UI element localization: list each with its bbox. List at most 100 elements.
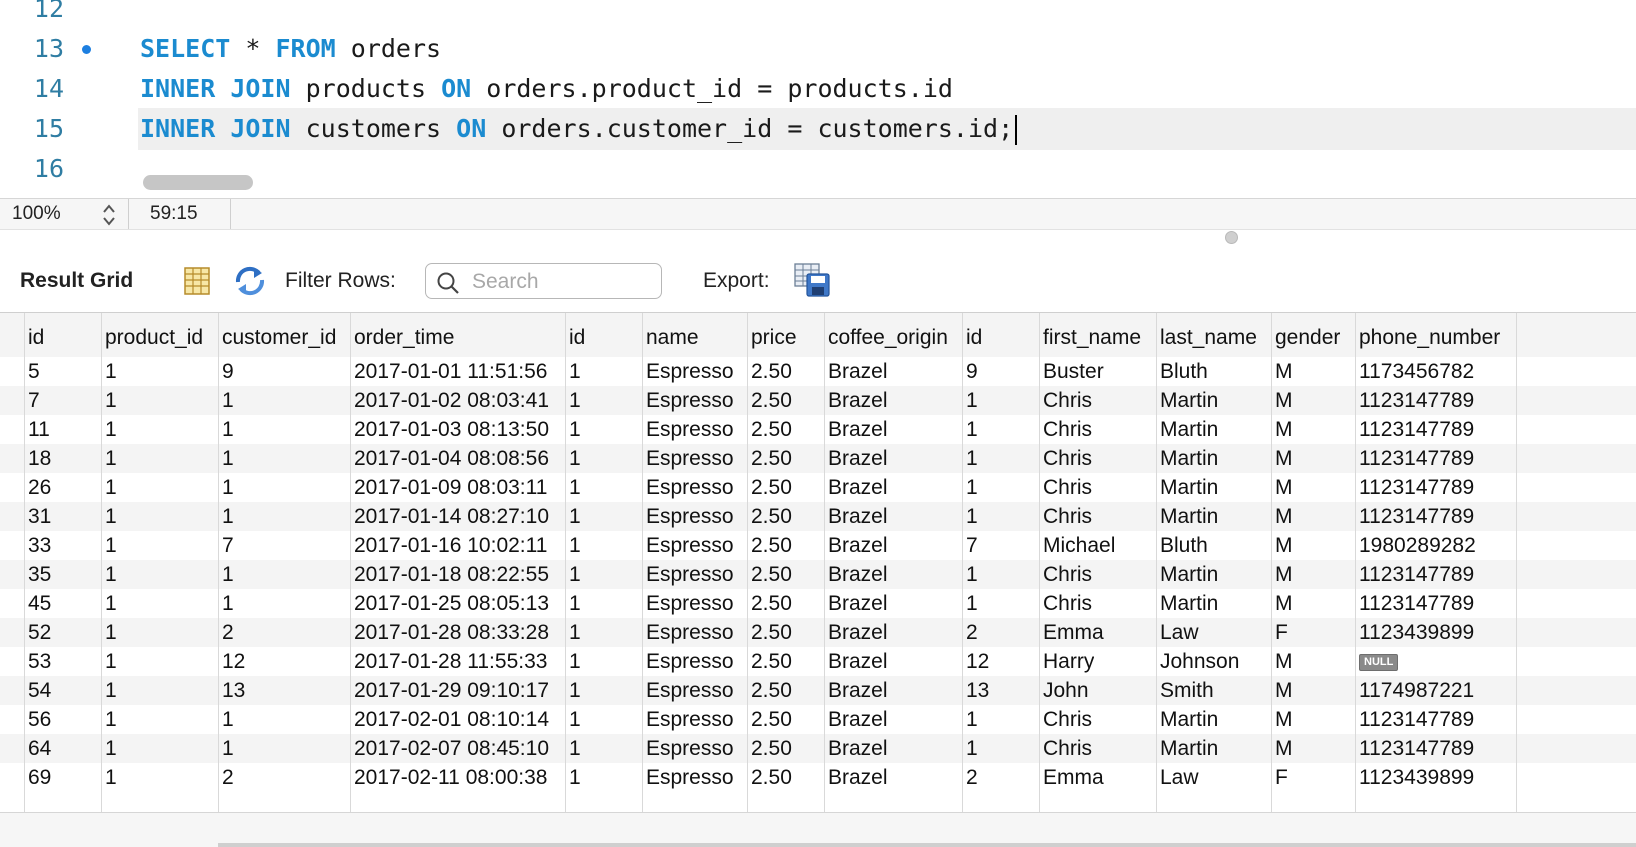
table-cell[interactable]: 2.50 (751, 763, 792, 793)
table-cell[interactable]: 1123147789 (1359, 705, 1474, 735)
table-cell[interactable]: 2017-01-28 11:55:33 (354, 647, 547, 677)
filter-search-box[interactable] (425, 263, 662, 299)
grid-horizontal-scrollbar[interactable] (218, 843, 1636, 847)
table-cell[interactable]: 26 (28, 473, 51, 503)
column-header[interactable]: last_name (1160, 313, 1257, 363)
table-cell[interactable]: 7 (222, 531, 234, 561)
table-cell[interactable]: Johnson (1160, 647, 1239, 677)
table-cell[interactable]: 12 (222, 647, 245, 677)
column-header[interactable]: gender (1275, 313, 1340, 363)
table-cell[interactable]: 18 (28, 444, 51, 474)
table-cell[interactable]: 1 (569, 531, 581, 561)
table-cell[interactable]: Brazel (828, 705, 888, 735)
table-row[interactable]: 35 1 1 2017-01-18 08:22:55 1 Espresso 2.50 Braz… (0, 560, 1636, 590)
table-cell[interactable]: 2017-01-04 08:08:56 (354, 444, 549, 474)
table-row[interactable]: 69 1 2 2017-02-11 08:00:38 1 Espresso 2.50 Braz… (0, 763, 1636, 793)
table-row[interactable]: 7 1 1 2017-01-02 08:03:41 1 Espresso 2.50 Braze… (0, 386, 1636, 416)
table-cell[interactable]: 1123147789 (1359, 734, 1474, 764)
table-row[interactable]: 31 1 1 2017-01-14 08:27:10 1 Espresso 2.50 Braz… (0, 502, 1636, 532)
table-cell[interactable]: 54 (28, 676, 51, 706)
table-cell[interactable]: 1 (105, 763, 117, 793)
table-cell[interactable]: 9 (966, 357, 978, 387)
table-cell[interactable]: Brazel (828, 357, 888, 387)
table-row[interactable]: 53 1 12 2017-01-28 11:55:33 1 Espresso 2.50 Bra… (0, 647, 1636, 677)
table-cell[interactable]: Chris (1043, 734, 1092, 764)
table-cell[interactable]: 2017-01-09 08:03:11 (354, 473, 547, 503)
table-row[interactable]: 18 1 1 2017-01-04 08:08:56 1 Espresso 2.50 Braz… (0, 444, 1636, 474)
table-cell[interactable]: 2.50 (751, 386, 792, 416)
table-cell[interactable]: 5 (28, 357, 40, 387)
table-cell[interactable]: 12 (966, 647, 989, 677)
table-cell[interactable]: Brazel (828, 618, 888, 648)
table-cell[interactable]: Espresso (646, 618, 734, 648)
table-cell[interactable]: M (1275, 589, 1293, 619)
table-cell[interactable]: 2.50 (751, 444, 792, 474)
table-cell[interactable]: Bluth (1160, 357, 1208, 387)
table-row[interactable]: 64 1 1 2017-02-07 08:45:10 1 Espresso 2.50 Braz… (0, 734, 1636, 764)
table-cell[interactable]: 1174987221 (1359, 676, 1474, 706)
table-cell[interactable]: 1173456782 (1359, 357, 1474, 387)
table-cell[interactable]: 1 (105, 502, 117, 532)
table-cell[interactable]: 1 (569, 705, 581, 735)
table-cell[interactable]: 1 (966, 734, 978, 764)
column-header[interactable]: customer_id (222, 313, 336, 363)
table-cell[interactable]: 2017-02-07 08:45:10 (354, 734, 549, 764)
table-cell[interactable]: 1123439899 (1359, 763, 1474, 793)
table-cell[interactable]: 2017-02-01 08:10:14 (354, 705, 549, 735)
table-cell[interactable]: 1123147789 (1359, 415, 1474, 445)
table-cell[interactable]: 1980289282 (1359, 531, 1476, 561)
table-cell[interactable]: Emma (1043, 618, 1104, 648)
table-cell[interactable]: 2 (966, 618, 978, 648)
table-cell[interactable]: 2.50 (751, 676, 792, 706)
table-cell[interactable]: 7 (28, 386, 40, 416)
table-cell[interactable]: 1 (569, 560, 581, 590)
table-cell[interactable]: 1 (569, 386, 581, 416)
table-cell[interactable]: F (1275, 763, 1288, 793)
table-cell[interactable]: 1 (569, 589, 581, 619)
refresh-icon[interactable] (233, 264, 267, 298)
table-cell[interactable]: 2.50 (751, 589, 792, 619)
table-cell[interactable]: Chris (1043, 705, 1092, 735)
table-cell[interactable]: 1 (966, 560, 978, 590)
table-cell[interactable]: 1 (569, 676, 581, 706)
table-cell[interactable]: 1 (105, 386, 117, 416)
table-cell[interactable]: Espresso (646, 357, 734, 387)
table-cell[interactable]: 1123147789 (1359, 386, 1474, 416)
table-cell[interactable]: 2.50 (751, 618, 792, 648)
table-cell[interactable]: 1 (105, 618, 117, 648)
table-cell[interactable]: Chris (1043, 386, 1092, 416)
column-header[interactable]: coffee_origin (828, 313, 948, 363)
table-cell[interactable]: 2.50 (751, 357, 792, 387)
table-cell[interactable]: Espresso (646, 444, 734, 474)
table-cell[interactable]: 1 (966, 705, 978, 735)
table-cell[interactable]: 2.50 (751, 734, 792, 764)
table-cell[interactable]: Espresso (646, 734, 734, 764)
table-cell[interactable]: 1 (966, 589, 978, 619)
table-cell[interactable]: NULL (1359, 647, 1399, 677)
table-cell[interactable]: 1 (105, 734, 117, 764)
table-row[interactable]: 5 1 9 2017-01-01 11:51:56 1 Espresso 2.50 Braze… (0, 357, 1636, 387)
table-row[interactable]: 45 1 1 2017-01-25 08:05:13 1 Espresso 2.50 Braz… (0, 589, 1636, 619)
table-cell[interactable]: Martin (1160, 705, 1218, 735)
table-cell[interactable]: Brazel (828, 531, 888, 561)
table-cell[interactable]: 2017-01-14 08:27:10 (354, 502, 549, 532)
table-cell[interactable]: 1 (222, 473, 234, 503)
table-cell[interactable]: 1 (105, 531, 117, 561)
table-cell[interactable]: 2017-01-01 11:51:56 (354, 357, 547, 387)
table-cell[interactable]: 2.50 (751, 560, 792, 590)
table-cell[interactable]: Brazel (828, 647, 888, 677)
table-cell[interactable]: 31 (28, 502, 51, 532)
table-cell[interactable]: Brazel (828, 560, 888, 590)
table-cell[interactable]: 1 (569, 357, 581, 387)
table-cell[interactable]: Law (1160, 763, 1199, 793)
table-cell[interactable]: 1 (222, 560, 234, 590)
table-cell[interactable]: 1 (105, 357, 117, 387)
table-cell[interactable]: Espresso (646, 705, 734, 735)
table-cell[interactable]: Espresso (646, 647, 734, 677)
table-cell[interactable]: 11 (28, 415, 50, 445)
statement-marker-icon[interactable] (82, 45, 91, 54)
column-header[interactable]: price (751, 313, 797, 363)
table-cell[interactable]: 56 (28, 705, 51, 735)
table-cell[interactable]: Brazel (828, 589, 888, 619)
table-cell[interactable]: Michael (1043, 531, 1115, 561)
